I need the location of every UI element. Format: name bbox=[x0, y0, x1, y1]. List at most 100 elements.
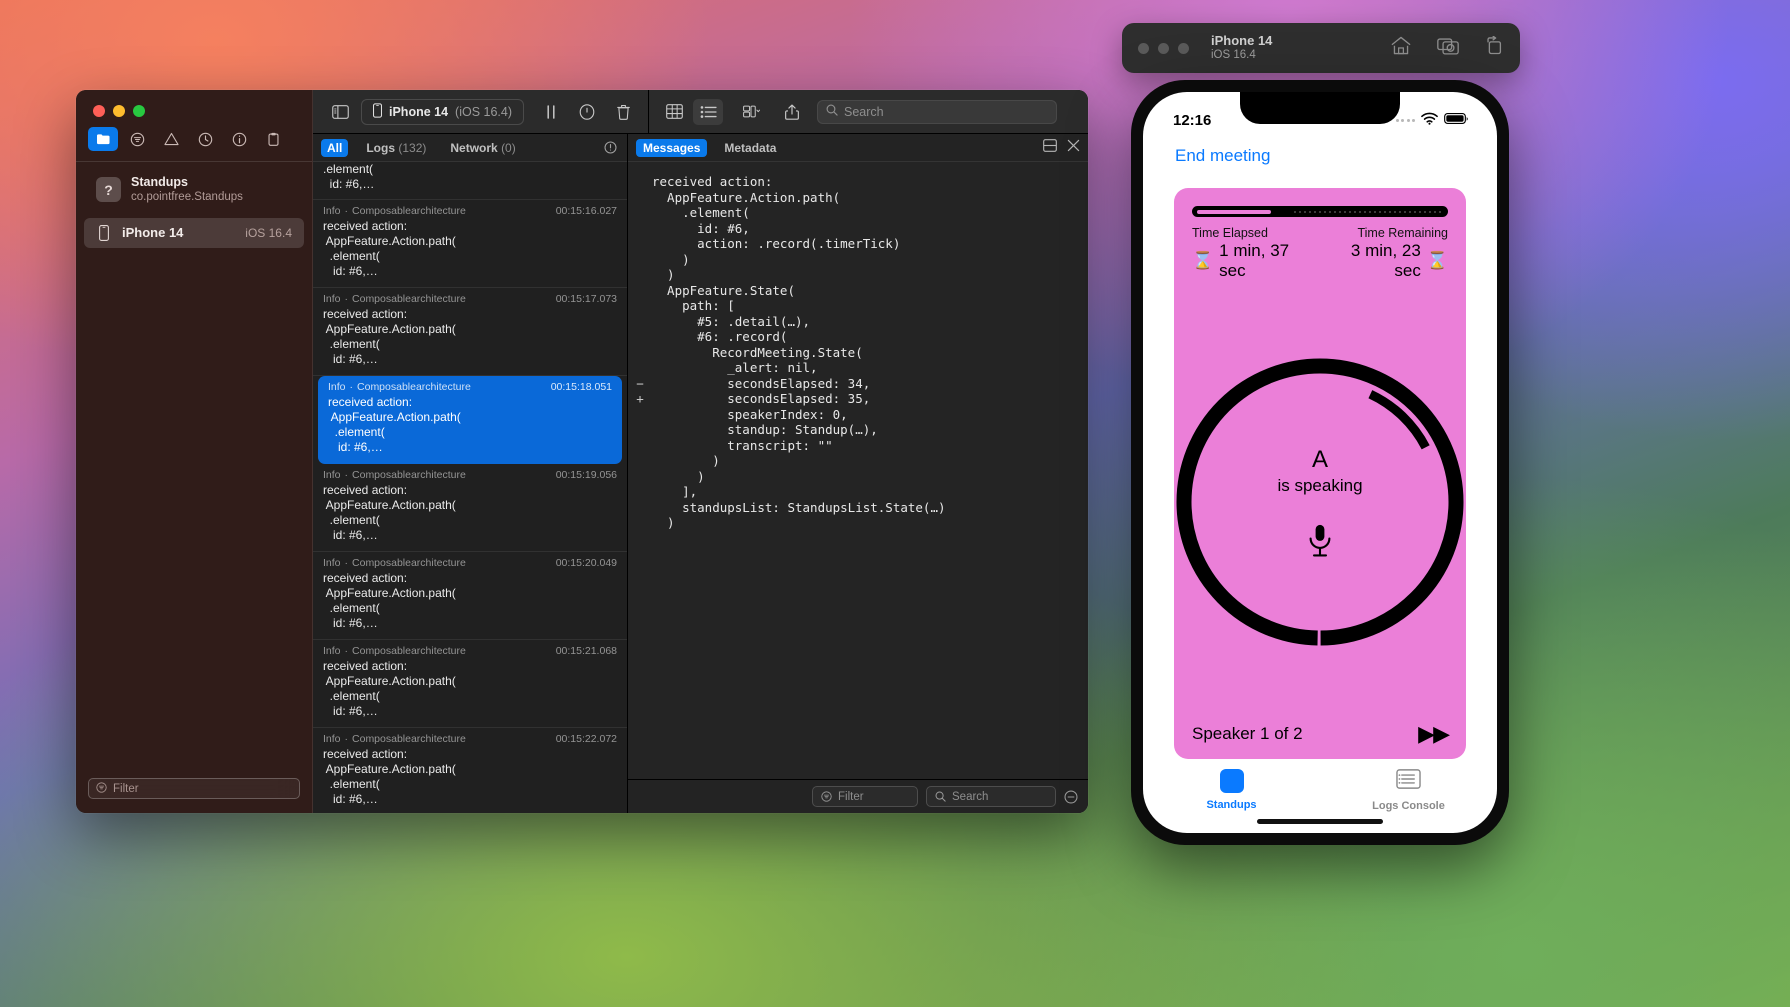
sim-minimize-button[interactable] bbox=[1158, 42, 1169, 54]
detail-code-line: ) bbox=[628, 469, 1088, 485]
window-traffic-lights[interactable] bbox=[76, 90, 312, 117]
sidebar-filter-input[interactable]: Filter bbox=[88, 778, 300, 799]
more-options-icon[interactable] bbox=[1064, 789, 1078, 804]
detail-code-line: .element( bbox=[628, 205, 1088, 221]
exclamation-circle-icon[interactable] bbox=[604, 141, 619, 154]
logs-console-icon bbox=[1396, 769, 1421, 794]
log-level: Info bbox=[323, 293, 341, 305]
search-icon bbox=[826, 104, 838, 119]
detail-code-text: _alert: nil, bbox=[652, 360, 818, 375]
simulator-device-os: iOS 16.4 bbox=[1211, 48, 1256, 61]
log-message: received action: AppFeature.Action.path(… bbox=[323, 483, 456, 542]
pause-icon[interactable] bbox=[536, 99, 566, 125]
tab-metadata[interactable]: Metadata bbox=[717, 139, 783, 157]
table-view-icon[interactable] bbox=[659, 99, 689, 125]
sidebar-item-app[interactable]: ? Standups co.pointfree.Standups bbox=[84, 168, 304, 212]
detail-code-line: #5: .detail(…), bbox=[628, 314, 1088, 330]
sidebar-toggle-icon[interactable] bbox=[325, 99, 355, 125]
detail-filter-placeholder: Filter bbox=[838, 790, 864, 803]
hourglass-icon: ⌛ bbox=[1426, 251, 1448, 270]
log-subsystem: Composablearchitecture bbox=[352, 293, 466, 305]
time-remaining-block: Time Remaining 3 min, 23 sec ⌛ bbox=[1320, 226, 1448, 281]
toolbar-search-input[interactable]: Search bbox=[817, 99, 1058, 124]
simulator-device-name: iPhone 14 bbox=[1211, 32, 1273, 48]
home-icon[interactable] bbox=[1391, 36, 1411, 60]
minimize-button[interactable] bbox=[113, 105, 125, 117]
detail-message-body[interactable]: received action: AppFeature.Action.path(… bbox=[628, 162, 1088, 779]
rotate-icon[interactable] bbox=[1485, 35, 1504, 60]
zoom-button[interactable] bbox=[133, 105, 145, 117]
phone-screen: 12:16 End meeting Time Elapsed ⌛ 1 min, … bbox=[1143, 92, 1497, 833]
sidebar-item-device[interactable]: iPhone 14 iOS 16.4 bbox=[84, 217, 304, 248]
folder-icon[interactable] bbox=[88, 127, 118, 151]
info-icon[interactable] bbox=[224, 127, 254, 151]
log-entry-partial: .element( id: #6,… bbox=[313, 162, 627, 200]
tab-network[interactable]: Network (0) bbox=[444, 139, 521, 157]
clock-icon[interactable] bbox=[190, 127, 220, 151]
share-icon[interactable] bbox=[777, 99, 807, 125]
clipboard-icon[interactable] bbox=[258, 127, 288, 151]
log-entry[interactable]: Info · Composablearchitecture 00:15:20.0… bbox=[313, 552, 627, 640]
filter-icon[interactable] bbox=[122, 127, 152, 151]
log-entry[interactable]: Info · Composablearchitecture 00:15:19.0… bbox=[313, 464, 627, 552]
iphone-icon bbox=[96, 224, 112, 241]
log-subsystem: Composablearchitecture bbox=[357, 381, 471, 393]
search-icon bbox=[935, 791, 946, 802]
speaker-progress-circle: A is speaking bbox=[1176, 281, 1464, 723]
detail-code-text: RecordMeeting.State( bbox=[652, 344, 863, 360]
log-entry-selected[interactable]: Info · Composablearchitecture 00:15:18.0… bbox=[318, 376, 622, 464]
log-level: Info bbox=[323, 205, 341, 217]
log-list-scroll[interactable]: .element( id: #6,… Info · Composablearch… bbox=[313, 162, 627, 813]
detail-tabs: Messages Metadata bbox=[628, 134, 1088, 162]
tab-all[interactable]: All bbox=[321, 138, 349, 157]
wifi-icon bbox=[1421, 112, 1438, 129]
detail-code-text: action: .record(.timerTick) bbox=[652, 236, 901, 251]
detail-diff-marker bbox=[628, 484, 652, 500]
detail-diff-marker bbox=[628, 174, 652, 190]
log-entry[interactable]: Info · Composablearchitecture 00:15:21.0… bbox=[313, 640, 627, 728]
detail-filter-input[interactable]: Filter bbox=[812, 786, 918, 807]
log-entry[interactable]: Info · Composablearchitecture 00:15:16.0… bbox=[313, 200, 627, 288]
time-row: Time Elapsed ⌛ 1 min, 37 sec Time Remain… bbox=[1192, 226, 1448, 281]
tab-messages[interactable]: Messages bbox=[636, 138, 708, 157]
detail-diff-marker bbox=[628, 298, 652, 314]
log-filter-tabs: All Logs (132) Network (0) bbox=[313, 134, 627, 162]
close-icon[interactable] bbox=[1067, 139, 1080, 157]
clock-icon[interactable] bbox=[572, 99, 602, 125]
simulator-traffic-lights[interactable] bbox=[1138, 42, 1189, 54]
detail-code-text: ) bbox=[652, 468, 705, 484]
trash-icon[interactable] bbox=[608, 99, 638, 125]
detail-diff-marker bbox=[628, 500, 652, 516]
detail-column: Messages Metadata received action: AppFe… bbox=[628, 134, 1088, 813]
detail-search-input[interactable]: Search bbox=[926, 786, 1056, 807]
list-view-icon[interactable] bbox=[693, 98, 724, 125]
detail-diff-marker bbox=[628, 283, 652, 299]
split-view-icon[interactable] bbox=[1043, 138, 1057, 157]
warning-icon[interactable] bbox=[156, 127, 186, 151]
layout-options-dropdown[interactable] bbox=[731, 99, 771, 125]
tab-logs-console-label: Logs Console bbox=[1372, 800, 1445, 812]
log-message: received action: AppFeature.Action.path(… bbox=[323, 571, 456, 630]
toolbar-device-os: (iOS 16.4) bbox=[455, 104, 513, 119]
close-button[interactable] bbox=[93, 105, 105, 117]
fast-forward-icon[interactable]: ▶▶ bbox=[1418, 723, 1450, 745]
tab-logs[interactable]: Logs (132) bbox=[360, 139, 432, 157]
log-level: Info bbox=[323, 557, 341, 569]
sim-close-button[interactable] bbox=[1138, 42, 1149, 54]
log-subsystem: Composablearchitecture bbox=[352, 469, 466, 481]
log-level: Info bbox=[323, 469, 341, 481]
detail-code-line: standup: Standup(…), bbox=[628, 422, 1088, 438]
speaker-state: is speaking bbox=[1277, 476, 1363, 495]
meeting-progress-bar bbox=[1192, 206, 1448, 217]
detail-code-text: ) bbox=[652, 453, 720, 468]
end-meeting-button[interactable]: End meeting bbox=[1143, 140, 1497, 166]
microphone-icon bbox=[1277, 524, 1362, 558]
log-subsystem: Composablearchitecture bbox=[352, 733, 466, 745]
tab-standups-label: Standups bbox=[1206, 799, 1257, 811]
log-entry[interactable]: Info · Composablearchitecture 00:15:17.0… bbox=[313, 288, 627, 376]
screenshot-icon[interactable] bbox=[1437, 36, 1459, 60]
log-entry[interactable]: Info · Composablearchitecture 00:15:22.0… bbox=[313, 728, 627, 813]
sim-zoom-button[interactable] bbox=[1178, 42, 1189, 54]
detail-diff-marker bbox=[628, 205, 652, 221]
device-selector[interactable]: iPhone 14 (iOS 16.4) bbox=[361, 98, 525, 125]
